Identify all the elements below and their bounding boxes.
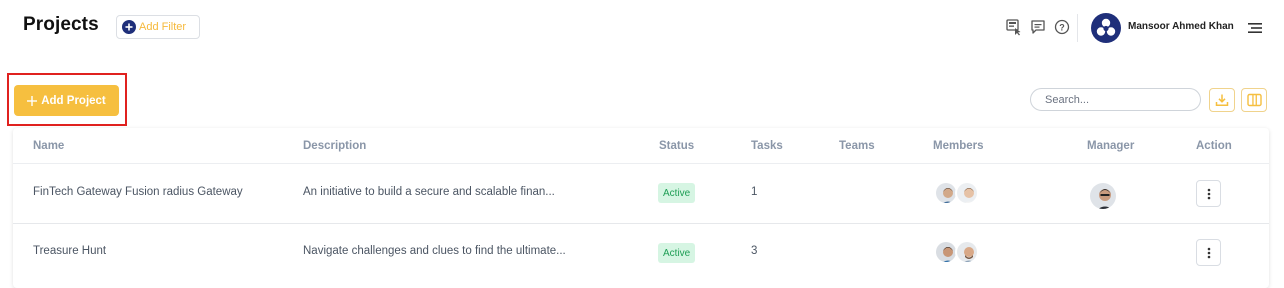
add-filter-button[interactable]: Add Filter [116, 15, 200, 39]
search-input[interactable] [1030, 88, 1201, 111]
page-title: Projects [23, 14, 99, 35]
help-icon[interactable]: ? [1053, 18, 1071, 36]
row-1-status-badge: Active [658, 183, 696, 203]
columns-button[interactable] [1241, 88, 1267, 112]
row-1-tasks: 1 [751, 186, 758, 198]
svg-text:?: ? [1059, 23, 1065, 33]
column-header-tasks[interactable]: Tasks [751, 140, 783, 152]
add-project-label: Add Project [41, 94, 106, 107]
user-name[interactable]: Mansoor Ahmed Khan [1128, 21, 1234, 32]
row-2-tasks: 3 [751, 245, 758, 257]
chat-icon[interactable] [1029, 18, 1047, 36]
kebab-menu-icon [1207, 247, 1211, 259]
column-header-manager[interactable]: Manager [1087, 140, 1134, 152]
row-2-project-name[interactable]: Treasure Hunt [33, 245, 106, 257]
download-button[interactable] [1209, 88, 1235, 112]
row-divider [13, 223, 1269, 224]
member-avatar[interactable] [955, 240, 979, 264]
column-header-status[interactable]: Status [659, 140, 694, 152]
plus-icon [27, 95, 38, 106]
manager-avatar[interactable] [1088, 181, 1118, 211]
row-1-project-name[interactable]: FinTech Gateway Fusion radius Gateway [33, 186, 243, 198]
add-project-button[interactable]: Add Project [14, 85, 119, 116]
kebab-menu-icon [1207, 188, 1211, 200]
column-header-teams[interactable]: Teams [839, 140, 875, 152]
add-filter-label: Add Filter [139, 21, 187, 33]
projects-table [13, 128, 1269, 288]
column-header-action: Action [1196, 140, 1232, 152]
member-avatar[interactable] [955, 181, 979, 205]
column-header-description[interactable]: Description [303, 140, 366, 152]
plus-circle-icon [122, 20, 136, 34]
user-avatar[interactable] [1091, 13, 1121, 43]
display-notice-icon[interactable] [1005, 18, 1023, 36]
row-2-status-badge: Active [658, 243, 696, 263]
column-header-members[interactable]: Members [933, 140, 984, 152]
header-divider [1077, 14, 1078, 42]
row-2-action-button[interactable] [1196, 239, 1221, 266]
columns-icon [1246, 93, 1262, 107]
row-1-action-button[interactable] [1196, 180, 1221, 207]
row-1-description: An initiative to build a secure and scal… [303, 186, 555, 198]
column-header-name[interactable]: Name [33, 140, 64, 152]
row-2-description: Navigate challenges and clues to find th… [303, 245, 566, 257]
download-icon [1215, 93, 1229, 107]
menu-icon[interactable] [1247, 20, 1263, 36]
table-header-divider [13, 163, 1269, 164]
